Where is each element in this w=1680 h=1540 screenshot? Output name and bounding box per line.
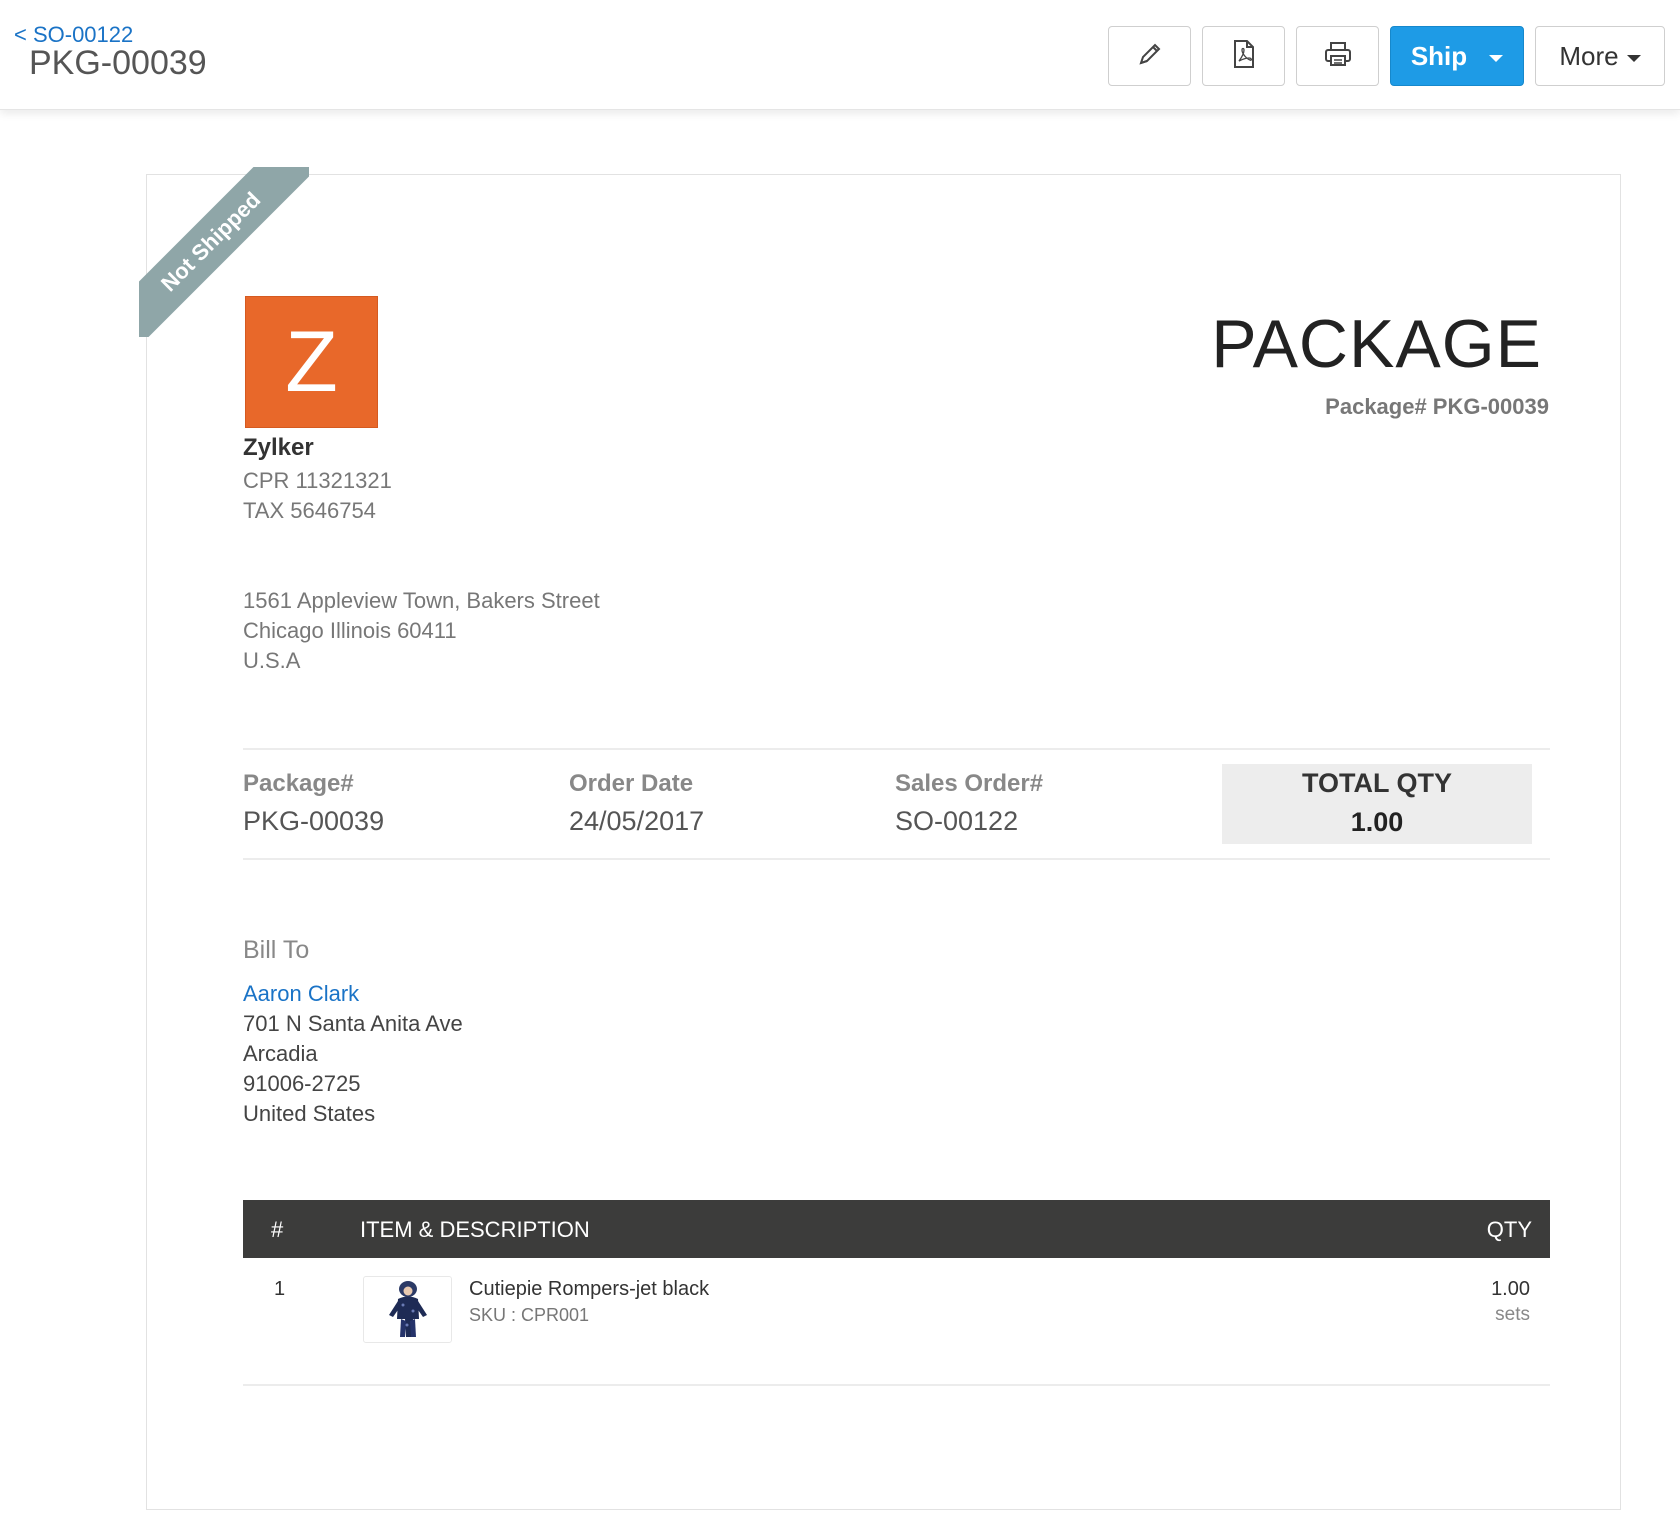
total-qty-value: 1.00 [1350, 807, 1404, 837]
item-sku: SKU : CPR001 [469, 1305, 590, 1325]
bill-to-address-line: 701 N Santa Anita Ave [243, 1011, 463, 1036]
company-address-line: 1561 Appleview Town, Bakers Street [243, 588, 600, 613]
customer-name-link[interactable]: Aaron Clark [243, 981, 359, 1007]
ship-button-label: Ship [1410, 40, 1468, 71]
document-number: Package# PKG-00039 [1325, 394, 1549, 419]
document-title: PACKAGE [1211, 306, 1542, 382]
item-qty: 1.00 [1491, 1278, 1530, 1300]
item-name: Cutiepie Rompers-jet black [469, 1278, 710, 1300]
bill-to-address-line: Arcadia [243, 1041, 318, 1066]
divider [243, 858, 1550, 860]
column-header-qty: QTY [1486, 1217, 1532, 1242]
more-button[interactable]: More [1535, 26, 1665, 86]
company-address-line: Chicago Illinois 60411 [243, 618, 457, 643]
divider [243, 748, 1550, 750]
divider [243, 1384, 1550, 1386]
romper-image-icon [388, 1280, 427, 1337]
bill-to-title: Bill To [243, 936, 310, 964]
items-table-header: # ITEM & DESCRIPTION QTY [243, 1200, 1550, 1258]
pdf-button[interactable] [1202, 26, 1285, 86]
company-tax: TAX 5646754 [243, 498, 376, 523]
company-address-line: U.S.A [243, 648, 301, 673]
column-header-number: # [271, 1217, 284, 1242]
item-row-number: 1 [274, 1278, 286, 1300]
page-header: < SO-00122 PKG-00039 Ship More [0, 0, 1680, 110]
edit-button[interactable] [1108, 26, 1191, 86]
bill-to-address-line: United States [243, 1101, 376, 1126]
company-logo: Z [245, 296, 378, 428]
company-name: Zylker [243, 434, 314, 461]
package-number-value: PKG-00039 [243, 806, 385, 836]
pdf-icon [1231, 39, 1257, 74]
package-number-label: Package# [243, 770, 354, 797]
item-unit: sets [1495, 1304, 1530, 1325]
company-logo-letter: Z [285, 313, 338, 410]
printer-icon [1323, 40, 1353, 73]
more-button-label: More [1559, 40, 1619, 71]
chevron-down-icon [1489, 54, 1504, 62]
total-qty-label: TOTAL QTY [1301, 768, 1452, 798]
pencil-icon [1136, 40, 1164, 73]
bill-to-address-line: 91006-2725 [243, 1071, 361, 1096]
chevron-down-icon [1626, 54, 1641, 62]
page-title: PKG-00039 [29, 44, 207, 82]
order-date-value: 24/05/2017 [569, 806, 705, 836]
column-header-item: ITEM & DESCRIPTION [360, 1217, 590, 1242]
ship-button[interactable]: Ship [1390, 26, 1524, 86]
total-qty-box: TOTAL QTY 1.00 [1222, 764, 1532, 844]
sales-order-label: Sales Order# [895, 770, 1044, 797]
print-button[interactable] [1296, 26, 1379, 86]
company-cpr: CPR 11321321 [243, 468, 392, 493]
order-date-label: Order Date [569, 770, 694, 797]
sales-order-value: SO-00122 [895, 806, 1019, 836]
item-thumbnail[interactable] [363, 1276, 452, 1343]
